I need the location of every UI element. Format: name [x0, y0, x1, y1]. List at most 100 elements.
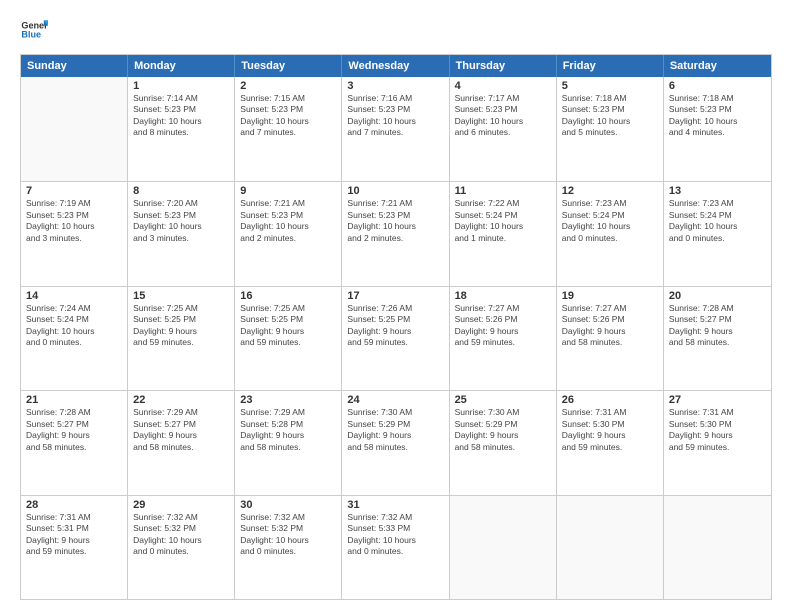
calendar-cell-r1-c0: 7Sunrise: 7:19 AM Sunset: 5:23 PM Daylig… — [21, 182, 128, 285]
day-number: 13 — [669, 185, 766, 197]
day-number: 27 — [669, 394, 766, 406]
day-info: Sunrise: 7:31 AM Sunset: 5:31 PM Dayligh… — [26, 512, 122, 558]
day-info: Sunrise: 7:24 AM Sunset: 5:24 PM Dayligh… — [26, 303, 122, 349]
day-number: 8 — [133, 185, 229, 197]
day-number: 24 — [347, 394, 443, 406]
day-number: 25 — [455, 394, 551, 406]
day-number: 22 — [133, 394, 229, 406]
calendar-cell-r3-c2: 23Sunrise: 7:29 AM Sunset: 5:28 PM Dayli… — [235, 391, 342, 494]
day-info: Sunrise: 7:28 AM Sunset: 5:27 PM Dayligh… — [669, 303, 766, 349]
day-number: 28 — [26, 499, 122, 511]
day-number: 26 — [562, 394, 658, 406]
day-info: Sunrise: 7:27 AM Sunset: 5:26 PM Dayligh… — [562, 303, 658, 349]
day-number: 3 — [347, 80, 443, 92]
calendar-row-1: 7Sunrise: 7:19 AM Sunset: 5:23 PM Daylig… — [21, 181, 771, 285]
page: General Blue SundayMondayTuesdayWednesda… — [0, 0, 792, 612]
weekday-header-saturday: Saturday — [664, 55, 771, 77]
day-info: Sunrise: 7:30 AM Sunset: 5:29 PM Dayligh… — [455, 407, 551, 453]
day-info: Sunrise: 7:29 AM Sunset: 5:27 PM Dayligh… — [133, 407, 229, 453]
day-number: 30 — [240, 499, 336, 511]
generalblue-logo-icon: General Blue — [20, 16, 48, 44]
calendar-cell-r3-c3: 24Sunrise: 7:30 AM Sunset: 5:29 PM Dayli… — [342, 391, 449, 494]
day-number: 9 — [240, 185, 336, 197]
day-number: 31 — [347, 499, 443, 511]
day-number: 6 — [669, 80, 766, 92]
day-info: Sunrise: 7:23 AM Sunset: 5:24 PM Dayligh… — [669, 198, 766, 244]
calendar-cell-r0-c6: 6Sunrise: 7:18 AM Sunset: 5:23 PM Daylig… — [664, 77, 771, 181]
day-number: 11 — [455, 185, 551, 197]
day-info: Sunrise: 7:18 AM Sunset: 5:23 PM Dayligh… — [562, 93, 658, 139]
day-number: 19 — [562, 290, 658, 302]
calendar-cell-r4-c3: 31Sunrise: 7:32 AM Sunset: 5:33 PM Dayli… — [342, 496, 449, 599]
calendar-header: SundayMondayTuesdayWednesdayThursdayFrid… — [21, 55, 771, 77]
day-info: Sunrise: 7:21 AM Sunset: 5:23 PM Dayligh… — [347, 198, 443, 244]
day-info: Sunrise: 7:19 AM Sunset: 5:23 PM Dayligh… — [26, 198, 122, 244]
calendar-cell-r3-c1: 22Sunrise: 7:29 AM Sunset: 5:27 PM Dayli… — [128, 391, 235, 494]
calendar-cell-r1-c3: 10Sunrise: 7:21 AM Sunset: 5:23 PM Dayli… — [342, 182, 449, 285]
calendar-cell-r1-c2: 9Sunrise: 7:21 AM Sunset: 5:23 PM Daylig… — [235, 182, 342, 285]
day-number: 5 — [562, 80, 658, 92]
day-info: Sunrise: 7:16 AM Sunset: 5:23 PM Dayligh… — [347, 93, 443, 139]
calendar-row-4: 28Sunrise: 7:31 AM Sunset: 5:31 PM Dayli… — [21, 495, 771, 599]
calendar-cell-r1-c5: 12Sunrise: 7:23 AM Sunset: 5:24 PM Dayli… — [557, 182, 664, 285]
day-info: Sunrise: 7:31 AM Sunset: 5:30 PM Dayligh… — [562, 407, 658, 453]
calendar-cell-r4-c5 — [557, 496, 664, 599]
day-info: Sunrise: 7:25 AM Sunset: 5:25 PM Dayligh… — [240, 303, 336, 349]
day-info: Sunrise: 7:28 AM Sunset: 5:27 PM Dayligh… — [26, 407, 122, 453]
calendar-cell-r4-c2: 30Sunrise: 7:32 AM Sunset: 5:32 PM Dayli… — [235, 496, 342, 599]
calendar-row-2: 14Sunrise: 7:24 AM Sunset: 5:24 PM Dayli… — [21, 286, 771, 390]
calendar-cell-r2-c2: 16Sunrise: 7:25 AM Sunset: 5:25 PM Dayli… — [235, 287, 342, 390]
day-number: 18 — [455, 290, 551, 302]
calendar-cell-r1-c1: 8Sunrise: 7:20 AM Sunset: 5:23 PM Daylig… — [128, 182, 235, 285]
calendar-cell-r0-c1: 1Sunrise: 7:14 AM Sunset: 5:23 PM Daylig… — [128, 77, 235, 181]
calendar-row-3: 21Sunrise: 7:28 AM Sunset: 5:27 PM Dayli… — [21, 390, 771, 494]
calendar-cell-r2-c6: 20Sunrise: 7:28 AM Sunset: 5:27 PM Dayli… — [664, 287, 771, 390]
calendar-cell-r2-c0: 14Sunrise: 7:24 AM Sunset: 5:24 PM Dayli… — [21, 287, 128, 390]
calendar-cell-r0-c5: 5Sunrise: 7:18 AM Sunset: 5:23 PM Daylig… — [557, 77, 664, 181]
calendar-body: 1Sunrise: 7:14 AM Sunset: 5:23 PM Daylig… — [21, 77, 771, 599]
calendar-cell-r2-c5: 19Sunrise: 7:27 AM Sunset: 5:26 PM Dayli… — [557, 287, 664, 390]
weekday-header-friday: Friday — [557, 55, 664, 77]
day-info: Sunrise: 7:17 AM Sunset: 5:23 PM Dayligh… — [455, 93, 551, 139]
calendar-row-0: 1Sunrise: 7:14 AM Sunset: 5:23 PM Daylig… — [21, 77, 771, 181]
day-number: 21 — [26, 394, 122, 406]
day-info: Sunrise: 7:26 AM Sunset: 5:25 PM Dayligh… — [347, 303, 443, 349]
weekday-header-tuesday: Tuesday — [235, 55, 342, 77]
calendar-cell-r4-c1: 29Sunrise: 7:32 AM Sunset: 5:32 PM Dayli… — [128, 496, 235, 599]
day-info: Sunrise: 7:30 AM Sunset: 5:29 PM Dayligh… — [347, 407, 443, 453]
calendar-cell-r0-c0 — [21, 77, 128, 181]
calendar-cell-r4-c4 — [450, 496, 557, 599]
day-number: 17 — [347, 290, 443, 302]
day-number: 20 — [669, 290, 766, 302]
day-number: 4 — [455, 80, 551, 92]
calendar-cell-r0-c3: 3Sunrise: 7:16 AM Sunset: 5:23 PM Daylig… — [342, 77, 449, 181]
calendar-cell-r2-c1: 15Sunrise: 7:25 AM Sunset: 5:25 PM Dayli… — [128, 287, 235, 390]
day-info: Sunrise: 7:32 AM Sunset: 5:32 PM Dayligh… — [133, 512, 229, 558]
day-info: Sunrise: 7:23 AM Sunset: 5:24 PM Dayligh… — [562, 198, 658, 244]
day-info: Sunrise: 7:15 AM Sunset: 5:23 PM Dayligh… — [240, 93, 336, 139]
day-number: 16 — [240, 290, 336, 302]
calendar-cell-r3-c6: 27Sunrise: 7:31 AM Sunset: 5:30 PM Dayli… — [664, 391, 771, 494]
calendar-cell-r3-c4: 25Sunrise: 7:30 AM Sunset: 5:29 PM Dayli… — [450, 391, 557, 494]
day-info: Sunrise: 7:25 AM Sunset: 5:25 PM Dayligh… — [133, 303, 229, 349]
calendar: SundayMondayTuesdayWednesdayThursdayFrid… — [20, 54, 772, 600]
calendar-cell-r0-c2: 2Sunrise: 7:15 AM Sunset: 5:23 PM Daylig… — [235, 77, 342, 181]
weekday-header-sunday: Sunday — [21, 55, 128, 77]
calendar-cell-r2-c3: 17Sunrise: 7:26 AM Sunset: 5:25 PM Dayli… — [342, 287, 449, 390]
logo: General Blue — [20, 16, 48, 44]
day-number: 14 — [26, 290, 122, 302]
calendar-cell-r1-c4: 11Sunrise: 7:22 AM Sunset: 5:24 PM Dayli… — [450, 182, 557, 285]
day-info: Sunrise: 7:18 AM Sunset: 5:23 PM Dayligh… — [669, 93, 766, 139]
day-number: 10 — [347, 185, 443, 197]
day-info: Sunrise: 7:21 AM Sunset: 5:23 PM Dayligh… — [240, 198, 336, 244]
weekday-header-thursday: Thursday — [450, 55, 557, 77]
day-number: 1 — [133, 80, 229, 92]
day-info: Sunrise: 7:32 AM Sunset: 5:32 PM Dayligh… — [240, 512, 336, 558]
day-info: Sunrise: 7:29 AM Sunset: 5:28 PM Dayligh… — [240, 407, 336, 453]
day-info: Sunrise: 7:22 AM Sunset: 5:24 PM Dayligh… — [455, 198, 551, 244]
day-number: 15 — [133, 290, 229, 302]
calendar-cell-r2-c4: 18Sunrise: 7:27 AM Sunset: 5:26 PM Dayli… — [450, 287, 557, 390]
calendar-cell-r1-c6: 13Sunrise: 7:23 AM Sunset: 5:24 PM Dayli… — [664, 182, 771, 285]
day-number: 7 — [26, 185, 122, 197]
weekday-header-wednesday: Wednesday — [342, 55, 449, 77]
